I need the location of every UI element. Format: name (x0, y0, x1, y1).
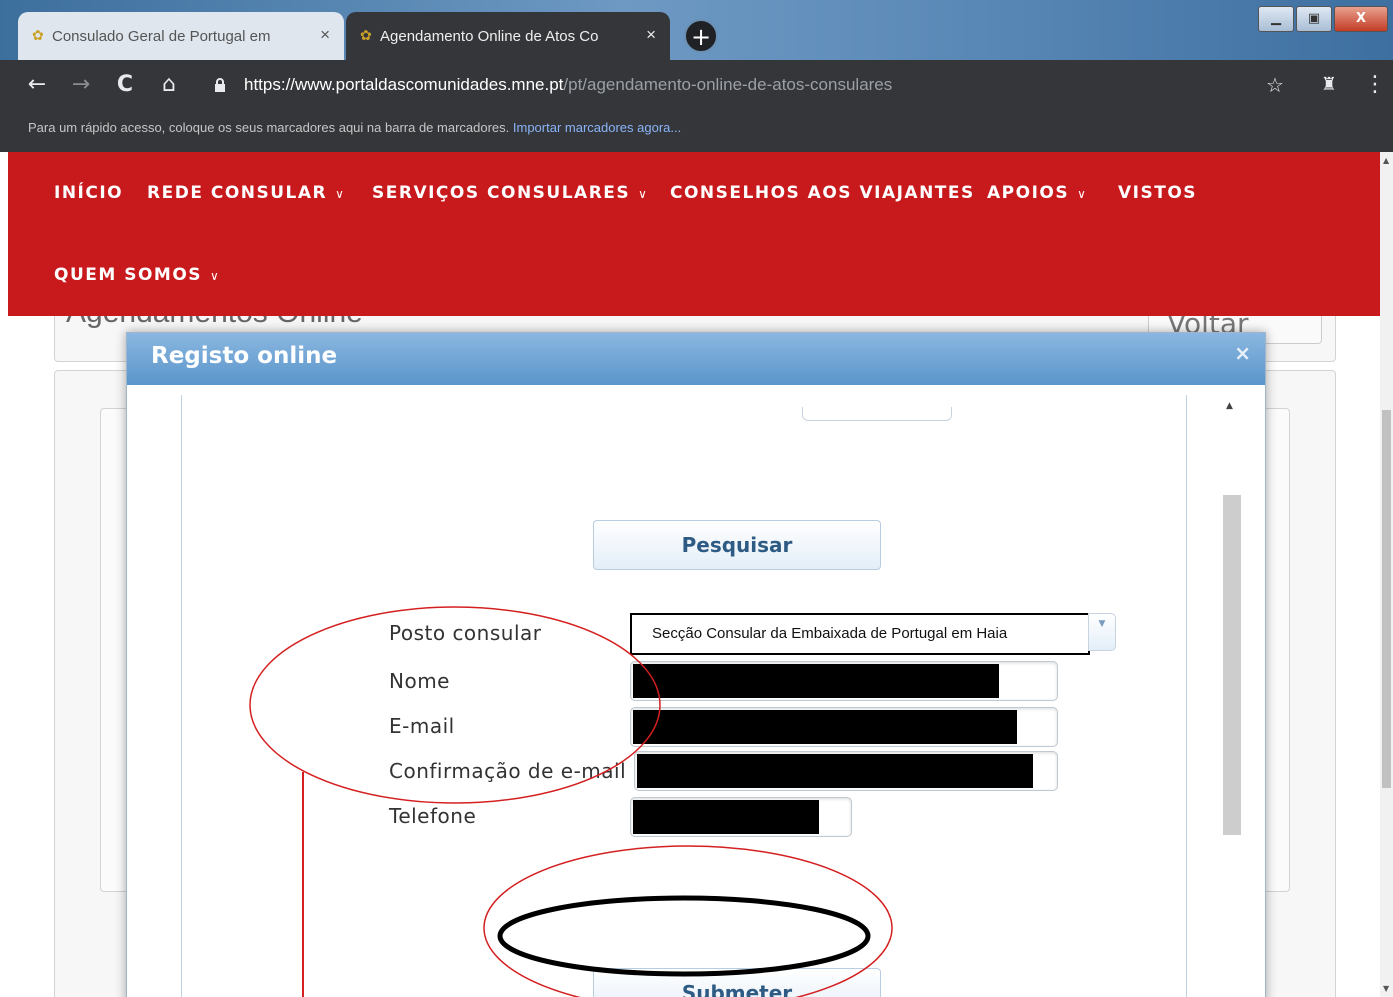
new-tab-button[interactable]: + (684, 19, 718, 53)
dialog-title: Registo online (151, 343, 338, 369)
chevron-down-icon: ∨ (638, 187, 649, 201)
dialog-scroll-thumb[interactable] (1223, 495, 1241, 835)
lock-icon (215, 78, 225, 92)
telefone-label: Telefone (389, 804, 477, 828)
confirm-email-input[interactable] (634, 751, 1058, 791)
bookmarks-bar-hint: Para um rápido acesso, coloque os seus m… (28, 120, 510, 135)
posto-consular-label: Posto consular (389, 621, 542, 645)
menu-kebab-icon[interactable]: ⋮ (1360, 70, 1390, 100)
nav-item-apoios[interactable]: APOIOS ∨ (987, 183, 1087, 203)
nav-item-inicio[interactable]: INÍCIO (54, 183, 123, 203)
nav-label: VISTOS (1118, 183, 1198, 203)
nav-item-rede-consular[interactable]: REDE CONSULAR ∨ (147, 183, 345, 203)
nav-label: APOIOS (987, 183, 1070, 203)
window-maximize-button[interactable]: ▣ (1296, 6, 1332, 32)
redaction-bar (637, 754, 1033, 788)
reload-icon[interactable]: C (110, 70, 140, 100)
url-text: https://www.portaldascomunidades.mne.pt/… (244, 68, 892, 102)
chevron-down-icon[interactable]: ▼ (1088, 613, 1116, 651)
tab-title: Consulado Geral de Portugal em (52, 27, 271, 45)
pesquisar-button[interactable]: Pesquisar (593, 520, 881, 570)
nome-input[interactable] (630, 661, 1058, 701)
browser-tab-consulado[interactable]: ✿ Consulado Geral de Portugal em × (18, 12, 344, 60)
nav-item-conselhos-aos-viajantes[interactable]: CONSELHOS AOS VIAJANTES (670, 183, 975, 203)
dialog-header: Registo online × (127, 333, 1265, 385)
page-scroll-thumb[interactable] (1382, 410, 1391, 788)
page-scrollbar[interactable]: ▲ ▼ (1380, 152, 1393, 997)
browser-tabstrip: ✿ Consulado Geral de Portugal em × ✿ Age… (0, 0, 1393, 60)
browser-tab-agendamento[interactable]: ✿ Agendamento Online de Atos Co × (346, 12, 670, 60)
bookmark-star-icon[interactable]: ☆ (1260, 70, 1290, 100)
window-close-button[interactable]: X (1334, 6, 1388, 32)
screenshot-root: ✿ Consulado Geral de Portugal em × ✿ Age… (0, 0, 1393, 997)
import-bookmarks-link[interactable]: Importar marcadores agora... (513, 120, 681, 135)
scroll-up-arrow-icon[interactable]: ▲ (1226, 401, 1233, 411)
nav-label: INÍCIO (54, 183, 124, 203)
portugal-crest-favicon-icon: ✿ (32, 27, 44, 43)
portugal-crest-favicon-icon: ✿ (360, 27, 372, 43)
window-minimize-button[interactable]: ▁ (1258, 6, 1294, 32)
address-bar[interactable]: https://www.portaldascomunidades.mne.pt/… (200, 68, 1240, 102)
url-path: /pt/agendamento-online-de-atos-consulare… (563, 75, 893, 94)
site-main-nav: INÍCIO REDE CONSULAR ∨ SERVIÇOS CONSULARE… (8, 152, 1380, 316)
url-host: https://www.portaldascomunidades.mne.pt (244, 75, 564, 94)
nav-label: REDE CONSULAR (147, 183, 328, 203)
confirm-email-label: Confirmação de e-mail (389, 759, 627, 783)
chevron-down-icon: ∨ (1077, 187, 1088, 201)
email-label: E-mail (389, 714, 455, 738)
dialog-body: Pesquisar Posto consular Secção Consular… (181, 395, 1187, 997)
nav-label: QUEM SOMOS (54, 265, 203, 285)
tab-close-icon[interactable]: × (320, 25, 330, 45)
tab-close-icon[interactable]: × (646, 25, 656, 45)
nav-label: SERVIÇOS CONSULARES (372, 183, 631, 203)
scroll-down-arrow-icon[interactable]: ▼ (1383, 984, 1389, 993)
telefone-input[interactable] (630, 797, 852, 837)
registo-online-dialog: Registo online × Pesquisar Posto consula… (126, 332, 1266, 997)
chevron-down-icon: ∨ (335, 187, 346, 201)
submeter-button[interactable]: Submeter (593, 968, 881, 997)
back-arrow-icon[interactable]: ← (22, 70, 52, 100)
chevron-down-icon: ∨ (210, 269, 221, 283)
email-input[interactable] (630, 707, 1058, 747)
previous-field-edge (802, 407, 952, 421)
redaction-bar (633, 664, 999, 698)
web-page: Agendamentos Online Voltar INÍCIO REDE C… (0, 152, 1393, 997)
incognito-icon[interactable]: ♜ (1314, 70, 1344, 100)
close-icon[interactable]: × (1234, 341, 1251, 365)
redaction-bar (633, 710, 1017, 744)
nav-label: CONSELHOS AOS VIAJANTES (670, 183, 975, 203)
posto-consular-select[interactable]: Secção Consular da Embaixada de Portugal… (630, 613, 1090, 655)
nav-item-vistos[interactable]: VISTOS (1118, 183, 1197, 203)
tab-title: Agendamento Online de Atos Co (380, 27, 599, 45)
redaction-bar (633, 800, 819, 834)
home-icon[interactable]: ⌂ (154, 70, 184, 100)
nav-item-servicos-consulares[interactable]: SERVIÇOS CONSULARES ∨ (372, 183, 648, 203)
scroll-up-arrow-icon[interactable]: ▲ (1383, 156, 1389, 165)
dialog-scrollbar[interactable]: ▲ (1221, 395, 1243, 995)
bookmarks-bar: Para um rápido acesso, coloque os seus m… (0, 110, 1393, 152)
nome-label: Nome (389, 669, 450, 693)
browser-toolbar: ← → C ⌂ https://www.portaldascomunidades… (0, 60, 1393, 110)
nav-item-quem-somos[interactable]: QUEM SOMOS ∨ (54, 265, 220, 285)
forward-arrow-icon[interactable]: → (66, 70, 96, 100)
